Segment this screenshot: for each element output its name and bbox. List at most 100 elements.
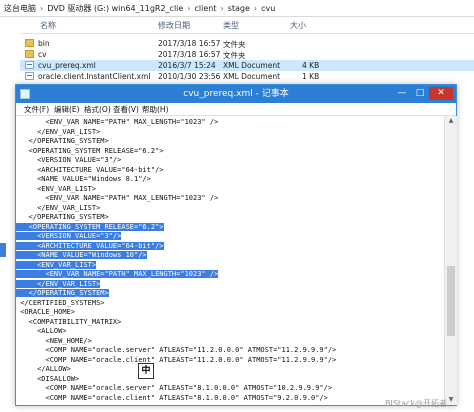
selected-text: <OPERATING_SYSTEM RELEASE="6.2">	[16, 222, 164, 231]
editor-line: <COMP NAME="oracle.client" ATLEAST="8.1.…	[16, 394, 328, 403]
breadcrumb-cvu[interactable]: cvu	[261, 4, 275, 13]
selected-text: <VERSION VALUE="3"/>	[16, 232, 122, 240]
editor-line: <COMPATIBILITY_MATRIX>	[16, 317, 122, 327]
text-editor-area[interactable]: <ENV_VAR NAME="PATH" MAX_LENGTH="1023" /…	[16, 116, 444, 405]
editor-line: <ARCHITECTURE VALUE="64-bit"/>	[16, 165, 164, 175]
line-text: <COMP NAME="oracle.client" ATLEAST="8.1.…	[16, 393, 328, 402]
editor-line: </OPERATING_SYSTEM>	[16, 137, 109, 146]
editor-line: <NEW_HOME/>	[16, 337, 92, 346]
window-title: cvu_prereq.xml - 记事本	[183, 89, 289, 99]
breadcrumb-separator: ›	[220, 3, 224, 13]
selected-text: </ENV_VAR_LIST>	[16, 279, 101, 288]
editor-line: <OPERATING_SYSTEM RELEASE="6.2">	[16, 222, 164, 232]
selected-text: <ARCHITECTURE VALUE="64-bit"/>	[16, 241, 164, 250]
editor-line: <COMP NAME="oracle.client" ATLEAST="11.2…	[16, 355, 337, 365]
editor-line: <ORACLE_HOME>	[16, 308, 75, 317]
editor-line: <COMP NAME="oracle.server" ATLEAST="8.1.…	[16, 384, 333, 393]
selected-text: <ENV_VAR NAME="PATH" MAX_LENGTH="1023" /…	[16, 270, 219, 278]
editor-line: </OPERATING_SYSTEM>	[16, 213, 109, 222]
line-text: </CERTIFIED_SYSTEMS>	[16, 298, 105, 307]
vertical-scrollbar[interactable]: ▲ ▼	[444, 116, 457, 405]
file-type: XML Document	[223, 72, 281, 81]
menu-format[interactable]: 格式(O)	[84, 104, 111, 115]
file-row-instantclient[interactable]: oracle.client.InstantClient.xml 2010/1/3…	[20, 71, 474, 82]
line-text: <VERSION VALUE="3"/>	[16, 156, 122, 164]
editor-line: <NAME VALUE="Windows 10"/>	[16, 251, 147, 260]
scroll-up-arrow-icon[interactable]: ▲	[445, 116, 457, 126]
scrollbar-thumb[interactable]	[447, 266, 455, 336]
breadcrumb-this-pc[interactable]: 这台电脑	[4, 3, 36, 14]
folder-icon	[25, 39, 34, 47]
editor-line: </ENV_VAR_LIST>	[16, 279, 101, 289]
file-size: 1 KB	[302, 72, 320, 81]
menu-edit[interactable]: 编辑(E)	[54, 104, 80, 115]
column-header-name[interactable]: 名称	[40, 20, 56, 31]
notepad-window: cvu_prereq.xml - 记事本 — □ ✕ 文件(F) 编辑(E) 格…	[15, 84, 457, 406]
editor-line: <VERSION VALUE="3"/>	[16, 232, 122, 241]
editor-line: <COMP NAME="oracle.server" ATLEAST="11.2…	[16, 346, 337, 355]
file-size: 4 KB	[302, 61, 320, 70]
selected-text: <NAME VALUE="Windows 10"/>	[16, 251, 147, 259]
menu-help[interactable]: 帮助(H)	[142, 104, 169, 115]
column-header-date[interactable]: 修改日期	[158, 20, 190, 31]
editor-line: </ENV_VAR_LIST>	[16, 204, 100, 213]
editor-line: </ENV_VAR_LIST>	[16, 128, 100, 137]
breadcrumb-separator: ›	[40, 3, 44, 13]
file-date: 2017/3/18 16:57	[158, 50, 221, 59]
breadcrumb-client[interactable]: client	[195, 4, 217, 13]
minimize-button[interactable]: —	[394, 87, 410, 100]
line-text: <ENV_VAR NAME="PATH" MAX_LENGTH="1023" /…	[16, 118, 219, 126]
line-text: <NEW_HOME/>	[16, 336, 92, 345]
file-row-cv[interactable]: cv 2017/3/18 16:57 文件夹	[20, 49, 474, 60]
editor-line: <ALLOW>	[16, 327, 67, 336]
editor-line: <ENV_VAR_LIST>	[16, 260, 97, 270]
breadcrumb-separator: ›	[253, 3, 258, 13]
file-row-cvu-prereq[interactable]: cvu_prereq.xml 2016/3/7 15:24 XML Docume…	[20, 60, 474, 71]
xml-file-icon	[25, 72, 34, 80]
editor-line: <ARCHITECTURE VALUE="64-bit"/>	[16, 241, 164, 251]
editor-line: <NAME VALUE="Windows 8.1"/>	[16, 175, 151, 184]
xml-file-icon	[25, 61, 34, 69]
editor-line: <ENV_VAR NAME="PATH" MAX_LENGTH="1023" /…	[16, 194, 219, 203]
editor-line: <OPERATING_SYSTEM RELEASE="6.2">	[16, 147, 164, 156]
file-type: XML Document	[223, 61, 281, 70]
line-text: <OPERATING_SYSTEM RELEASE="6.2">	[16, 146, 164, 155]
line-text: <ENV_VAR_LIST>	[16, 184, 97, 193]
breadcrumb-dvd-drive[interactable]: DVD 驱动器 (G:) win64_11gR2_clie	[47, 3, 183, 14]
navigation-selection-marker	[0, 243, 6, 257]
line-text: <ARCHITECTURE VALUE="64-bit"/>	[16, 165, 164, 174]
notepad-titlebar[interactable]: cvu_prereq.xml - 记事本 — □ ✕	[16, 85, 456, 103]
editor-line: </ALLOW>	[16, 365, 71, 374]
line-text: <ENV_VAR NAME="PATH" MAX_LENGTH="1023" /…	[16, 194, 219, 202]
editor-line: <ENV_VAR NAME="PATH" MAX_LENGTH="1023" /…	[16, 270, 219, 279]
file-name: bin	[38, 39, 50, 48]
ime-mode-indicator[interactable]: 中	[138, 363, 154, 379]
line-text: <NAME VALUE="Windows 8.1"/>	[16, 175, 151, 183]
menu-file[interactable]: 文件(F)	[24, 104, 49, 115]
column-header-size[interactable]: 大小	[290, 20, 306, 31]
editor-line: <DISALLOW>	[16, 375, 79, 384]
file-name: cv	[38, 50, 47, 59]
line-text: <COMP NAME="oracle.client" ATLEAST="11.2…	[16, 355, 337, 364]
line-text: </ENV_VAR_LIST>	[16, 203, 101, 212]
column-header-row: 名称 修改日期 类型 大小	[0, 17, 474, 34]
selected-text: </OPERATING_SYSTEM>	[16, 289, 109, 297]
line-text: <COMPATIBILITY_MATRIX>	[16, 317, 122, 326]
selected-text: <ENV_VAR_LIST>	[16, 260, 97, 269]
menu-bar: 文件(F) 编辑(E) 格式(O) 查看(V) 帮助(H)	[16, 103, 456, 116]
close-button[interactable]: ✕	[429, 87, 453, 100]
editor-line: </OPERATING_SYSTEM>	[16, 289, 109, 298]
menu-view[interactable]: 查看(V)	[113, 104, 139, 115]
file-row-bin[interactable]: bin 2017/3/18 16:57 文件夹	[20, 38, 474, 49]
file-name: cvu_prereq.xml	[38, 61, 96, 70]
line-text: </ENV_VAR_LIST>	[16, 127, 101, 136]
breadcrumb-stage[interactable]: stage	[228, 4, 250, 13]
editor-line: <ENV_VAR NAME="PATH" MAX_LENGTH="1023" /…	[16, 118, 219, 127]
breadcrumb-separator: ›	[187, 3, 191, 13]
file-date: 2016/3/7 15:24	[158, 61, 216, 70]
maximize-button[interactable]: □	[412, 87, 428, 100]
column-header-type[interactable]: 类型	[223, 20, 239, 31]
file-date: 2010/1/30 23:56	[158, 72, 221, 81]
line-text: </OPERATING_SYSTEM>	[16, 213, 109, 221]
breadcrumb: 这台电脑 › DVD 驱动器 (G:) win64_11gR2_clie › c…	[0, 0, 474, 17]
